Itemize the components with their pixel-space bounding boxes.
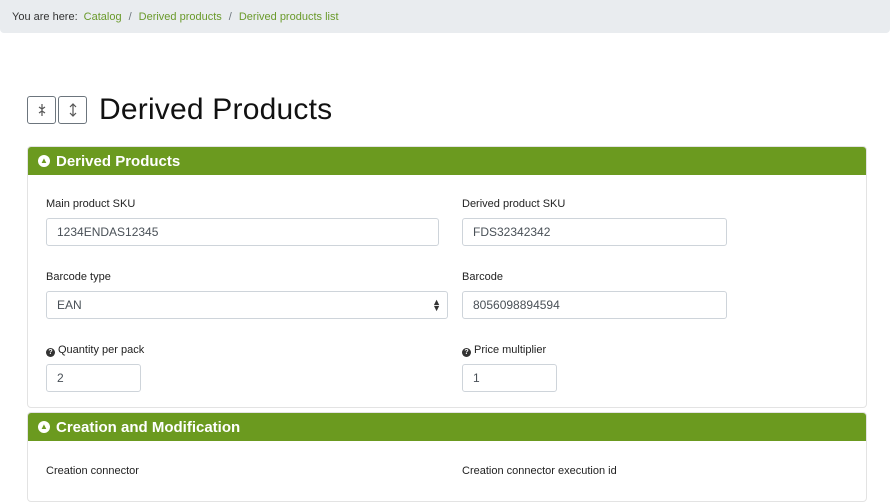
title-row: Derived Products (27, 92, 332, 128)
expand-all-icon (69, 103, 76, 117)
creation-modification-section: ▲ Creation and Modification Creation con… (27, 412, 867, 502)
breadcrumb-link-derived-products[interactable]: Derived products (139, 11, 222, 23)
derived-sku-label: Derived product SKU (462, 198, 566, 210)
barcode-type-label: Barcode type (46, 271, 111, 283)
barcode-input[interactable]: 8056098894594 (462, 291, 727, 319)
section-title: Creation and Modification (56, 418, 241, 436)
derived-products-section: ▲ Derived Products Main product SKU 1234… (27, 146, 867, 408)
barcode-type-select[interactable]: EAN ▲ ▼ (46, 291, 448, 319)
breadcrumb: You are here: Catalog / Derived products… (0, 0, 890, 33)
expand-all-button[interactable] (58, 96, 87, 124)
question-circle-icon[interactable]: ? (462, 348, 471, 357)
price-multiplier-label-wrap: ? Price multiplier (462, 344, 546, 357)
qty-per-pack-input[interactable]: 2 (46, 364, 141, 392)
section-title: Derived Products (56, 152, 181, 170)
breadcrumb-link-derived-products-list[interactable]: Derived products list (239, 11, 339, 23)
main-sku-label: Main product SKU (46, 198, 136, 210)
breadcrumb-prefix: You are here: (12, 10, 78, 23)
main-sku-input[interactable]: 1234ENDAS12345 (46, 218, 439, 246)
chevron-up-icon: ▲ (38, 421, 50, 433)
creation-modification-section-header[interactable]: ▲ Creation and Modification (28, 413, 866, 441)
price-multiplier-input[interactable]: 1 (462, 364, 557, 392)
derived-products-section-header[interactable]: ▲ Derived Products (28, 147, 866, 175)
derived-sku-input[interactable]: FDS32342342 (462, 218, 727, 246)
select-arrows-icon: ▲ ▼ (432, 297, 441, 313)
qty-per-pack-label: Quantity per pack (58, 344, 145, 356)
chevron-up-icon: ▲ (38, 155, 50, 167)
creation-connector-label: Creation connector (46, 465, 139, 477)
barcode-label: Barcode (462, 271, 503, 283)
breadcrumb-separator: / (228, 10, 232, 23)
page-title: Derived Products (99, 93, 333, 126)
price-multiplier-label: Price multiplier (474, 344, 547, 356)
qty-per-pack-label-wrap: ? Quantity per pack (46, 344, 144, 357)
breadcrumb-link-catalog[interactable]: Catalog (84, 11, 122, 23)
collapse-all-button[interactable] (27, 96, 56, 124)
question-circle-icon[interactable]: ? (46, 348, 55, 357)
barcode-type-value: EAN (57, 298, 82, 312)
creation-exec-id-label: Creation connector execution id (462, 465, 617, 477)
collapse-all-icon (38, 104, 45, 116)
breadcrumb-separator: / (128, 10, 132, 23)
